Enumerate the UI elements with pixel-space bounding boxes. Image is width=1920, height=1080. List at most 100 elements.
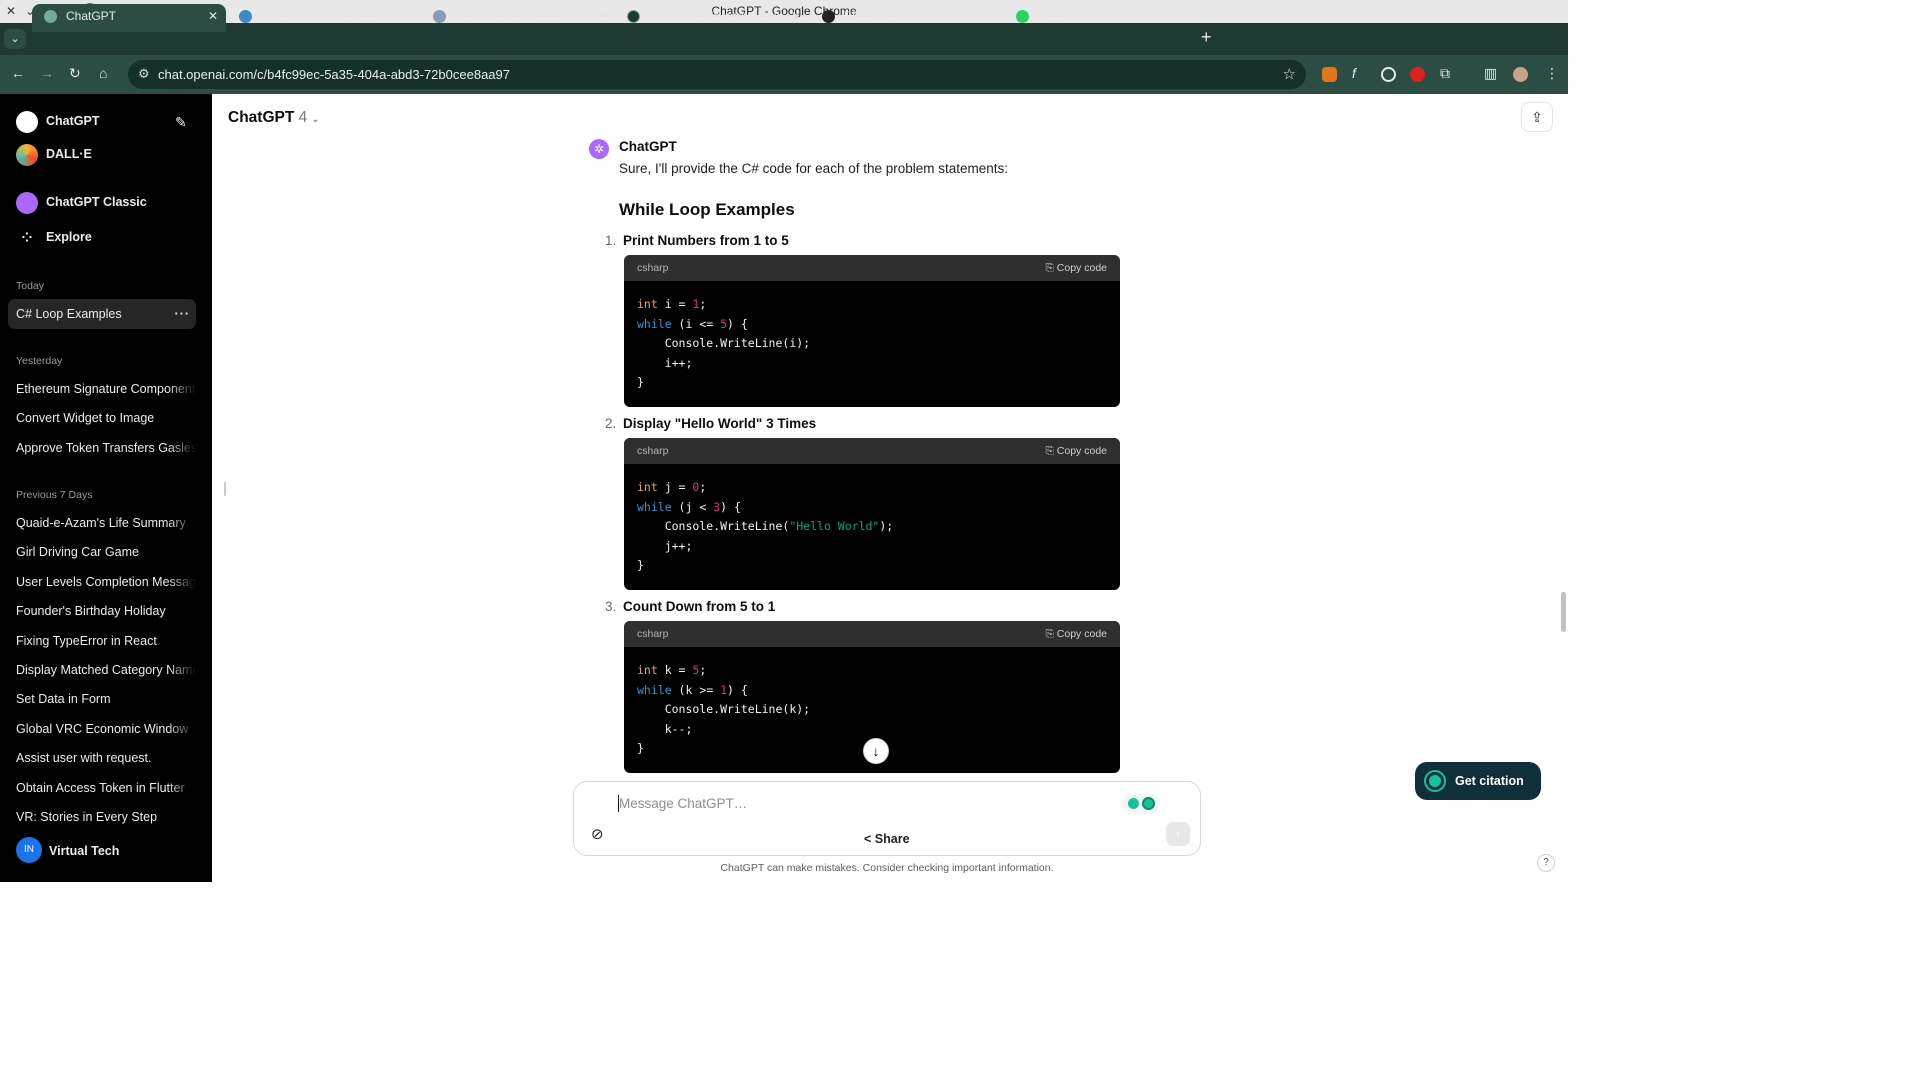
tab-erc20[interactable]: ERC20 | Solidity by Exampl ✕ xyxy=(810,4,1004,32)
red-extension-icon[interactable] xyxy=(1410,67,1425,82)
attach-paperclip-icon[interactable]: ⊘ xyxy=(591,825,604,843)
back-icon[interactable]: ← xyxy=(11,65,25,81)
sidebar-chat-item[interactable]: Convert Widget to Image xyxy=(8,403,196,433)
bookmark-star-icon[interactable]: ☆ xyxy=(1283,65,1296,83)
tab-openzeppelin[interactable]: openzeppelin-contracts/co ✕ xyxy=(615,4,809,32)
reload-icon[interactable]: ↻ xyxy=(69,65,81,82)
tab-whatsapp[interactable]: WhatsApp ✕ xyxy=(1004,4,1198,32)
chrome-menu-icon[interactable]: ⋮ xyxy=(1545,65,1559,82)
sidebar-chat-item[interactable]: User Levels Completion Message xyxy=(8,567,196,597)
copy-code-button[interactable]: ⎘ Copy code xyxy=(1045,255,1107,281)
profile-avatar-icon[interactable] xyxy=(1513,67,1528,82)
close-tab-icon[interactable]: ✕ xyxy=(597,4,607,28)
openai-logo-icon xyxy=(16,111,38,133)
grid-icon: ⁘ xyxy=(21,230,33,245)
dalle-logo-icon xyxy=(16,144,38,166)
close-tab-icon[interactable]: ✕ xyxy=(986,4,996,28)
sidebar-chat-item[interactable]: Fixing TypeError in React xyxy=(8,626,196,656)
more-options-icon[interactable]: ··· xyxy=(175,299,191,329)
list-item-title: 3. Count Down from 5 to 1 xyxy=(605,599,776,614)
close-tab-icon[interactable]: ✕ xyxy=(403,4,413,28)
grammarly-logo-icon xyxy=(1426,772,1444,790)
tab-search-icon[interactable]: ⌄ xyxy=(4,29,26,49)
section-heading-today: Today xyxy=(16,280,45,292)
message-author: ChatGPT xyxy=(619,139,677,154)
code-content[interactable]: int i = 1; while (i <= 5) { Console.Writ… xyxy=(624,281,1120,407)
address-bar[interactable]: ⚙ chat.openai.com/c/b4fc99ec-5a35-404a-a… xyxy=(128,60,1306,89)
new-tab-icon[interactable]: + xyxy=(1201,27,1212,48)
message-intro: Sure, I'll provide the C# code for each … xyxy=(619,161,1009,176)
classic-logo-icon xyxy=(16,192,38,214)
code-language: csharp xyxy=(637,628,669,640)
whatsapp-favicon-icon xyxy=(1016,10,1029,23)
section-heading-yesterday: Yesterday xyxy=(16,355,63,367)
openai-favicon-icon xyxy=(44,10,57,23)
sidebar-item-explore[interactable]: ⁘ Explore xyxy=(8,222,196,252)
forward-icon[interactable]: → xyxy=(40,65,54,81)
chatgpt-avatar-icon: ✲ xyxy=(589,139,609,159)
new-chat-edit-icon[interactable]: ✎ xyxy=(175,114,187,131)
message-composer[interactable]: Message ChatGPT… ⊘ < Share ↑ xyxy=(573,781,1201,856)
tab-chatgpt[interactable]: ChatGPT ✕ xyxy=(32,4,226,32)
extensions-puzzle-icon[interactable]: ⧉ xyxy=(1440,65,1450,82)
sidebar-resize-handle[interactable] xyxy=(224,482,226,496)
close-tab-icon[interactable]: ✕ xyxy=(208,4,218,28)
sidebar-item-chatgpt-classic[interactable]: ChatGPT Classic xyxy=(8,187,196,217)
help-icon[interactable]: ? xyxy=(1537,854,1555,872)
code-language: csharp xyxy=(637,445,669,457)
code-block-header: csharp ⎘ Copy code xyxy=(624,438,1120,464)
list-item-title: 1. Print Numbers from 1 to 5 xyxy=(605,233,789,248)
get-citation-button[interactable]: Get citation xyxy=(1415,762,1541,800)
home-icon[interactable]: ⌂ xyxy=(99,65,107,81)
section-heading: While Loop Examples xyxy=(619,200,795,219)
sidebar-chat-active[interactable]: C# Loop Examples ··· xyxy=(8,299,196,329)
close-tab-icon[interactable]: ✕ xyxy=(791,4,801,28)
code-block-header: csharp ⎘ Copy code xyxy=(624,255,1120,281)
user-name[interactable]: Virtual Tech xyxy=(49,844,119,858)
tab-unit-converter[interactable]: Ethereum Unit Converter | ✕ xyxy=(421,4,615,32)
sidebar-chat-item[interactable]: Quaid-e-Azam's Life Summary xyxy=(8,508,196,538)
sidebar-chat-item[interactable]: Approve Token Transfers Gasless xyxy=(8,433,196,463)
share-button[interactable]: < Share xyxy=(864,832,910,846)
avatar[interactable]: IN xyxy=(16,837,42,863)
site-info-icon[interactable]: ⚙ xyxy=(138,66,150,82)
scroll-to-bottom-button[interactable]: ↓ xyxy=(863,738,889,764)
sidebar-chat-item[interactable]: Founder's Birthday Holiday xyxy=(8,596,196,626)
scrollbar-thumb[interactable] xyxy=(1561,592,1566,632)
grammarly-icon[interactable] xyxy=(1122,794,1160,814)
sidebar-chat-item[interactable]: Obtain Access Token in Flutter xyxy=(8,773,196,803)
close-tab-icon[interactable]: ✕ xyxy=(1180,4,1190,28)
browser-toolbar: ← → ↻ ⌂ ⚙ chat.openai.com/c/b4fc99ec-5a3… xyxy=(0,55,1568,94)
metamask-extension-icon[interactable] xyxy=(1322,67,1337,82)
copy-code-button[interactable]: ⎘ Copy code xyxy=(1045,438,1107,464)
sidebar-item-dalle[interactable]: DALL·E xyxy=(8,139,196,169)
copy-code-button[interactable]: ⎘ Copy code xyxy=(1045,621,1107,647)
side-panel-icon[interactable]: ▥ xyxy=(1484,65,1497,82)
github-favicon-icon xyxy=(627,10,640,23)
share-upload-icon[interactable]: ⇪ xyxy=(1521,102,1553,132)
solidity-favicon-icon xyxy=(822,10,835,23)
code-block: csharp ⎘ Copy code int j = 0; while (j <… xyxy=(624,438,1120,590)
sidebar-chat-item[interactable]: Set Data in Form xyxy=(8,684,196,714)
message-input[interactable]: Message ChatGPT… xyxy=(619,796,747,811)
code-language: csharp xyxy=(637,262,669,274)
sidebar-item-chatgpt[interactable]: ChatGPT xyxy=(8,106,196,136)
code-block-header: csharp ⎘ Copy code xyxy=(624,621,1120,647)
sidebar-chat-item[interactable]: Global VRC Economic Window xyxy=(8,714,196,744)
section-heading-previous-7-days: Previous 7 Days xyxy=(16,489,93,501)
tab-remix[interactable]: Remix - Ethereum IDE ✕ xyxy=(227,4,421,32)
function-extension-icon[interactable]: f xyxy=(1352,65,1356,81)
target-extension-icon[interactable] xyxy=(1381,67,1396,82)
model-selector[interactable]: ChatGPT 4 ⌄ xyxy=(228,109,320,127)
main-content: ChatGPT 4 ⌄ ⇪ ✲ ChatGPT Sure, I'll provid… xyxy=(212,94,1568,882)
code-content[interactable]: int j = 0; while (j < 3) { Console.Write… xyxy=(624,464,1120,590)
sidebar-chat-item[interactable]: Ethereum Signature Components xyxy=(8,374,196,404)
sidebar-chat-item[interactable]: VR: Stories in Every Step xyxy=(8,802,196,832)
chevron-down-icon: ⌄ xyxy=(311,114,320,125)
sidebar-chat-item[interactable]: Girl Driving Car Game xyxy=(8,537,196,567)
sidebar-chat-item[interactable]: Assist user with request. xyxy=(8,743,196,773)
url-text[interactable]: chat.openai.com/c/b4fc99ec-5a35-404a-abd… xyxy=(158,67,510,82)
sidebar-chat-item[interactable]: Display Matched Category Name xyxy=(8,655,196,685)
sidebar: ChatGPT ✎ DALL·E ChatGPT Classic ⁘ Explo… xyxy=(0,94,212,882)
send-arrow-icon[interactable]: ↑ xyxy=(1166,822,1190,846)
